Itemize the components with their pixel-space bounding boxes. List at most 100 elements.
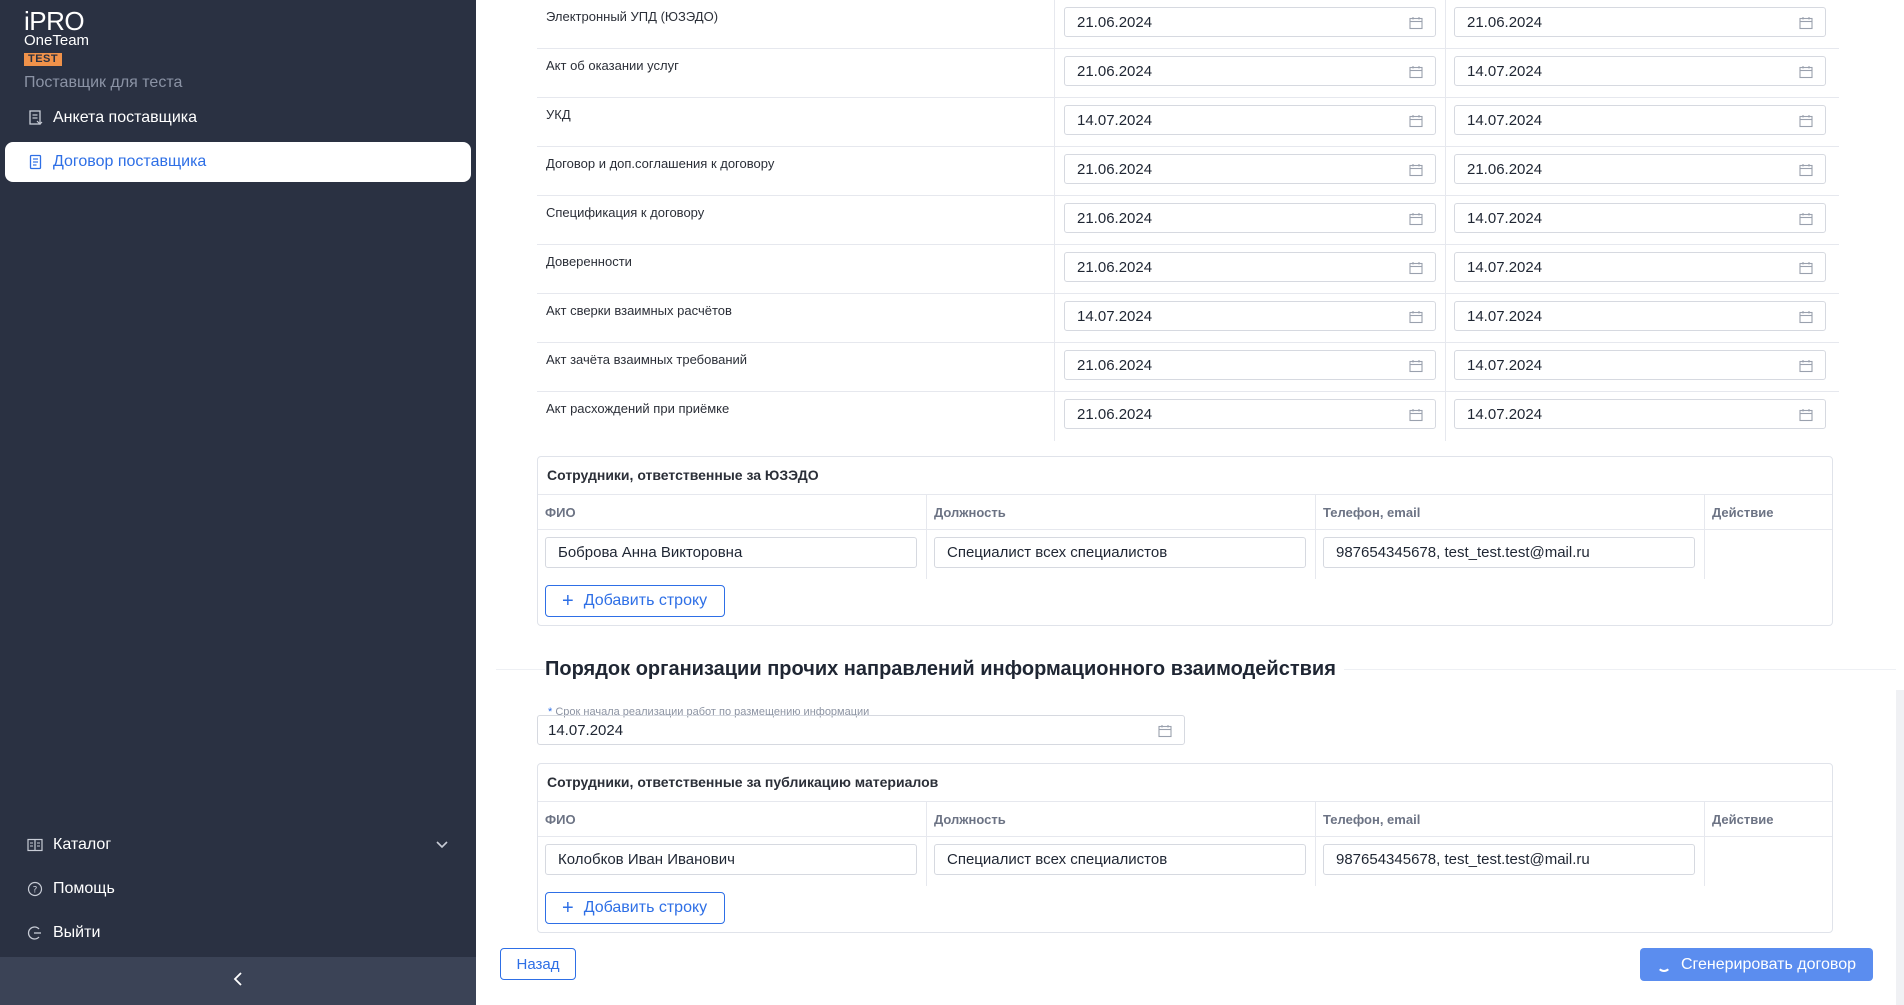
add-row-button[interactable]: + Добавить строку [545, 585, 725, 617]
position-input[interactable]: Специалист всех специалистов [934, 844, 1306, 875]
document-name: Договор и доп.соглашения к договору [537, 147, 1055, 196]
main-content: Электронный УПД (ЮЗЭДО) 21.06.2024 21.06.2… [476, 0, 1904, 1005]
document-name: УКД [537, 98, 1055, 147]
table-row: Электронный УПД (ЮЗЭДО) 21.06.2024 21.06.2… [537, 0, 1839, 49]
calendar-icon[interactable] [1409, 16, 1423, 34]
table-row: Доверенности 21.06.2024 14.07.2024 [537, 245, 1839, 294]
section-heading: Порядок организации прочих направлений и… [545, 658, 1344, 681]
document-name: Спецификация к договору [537, 196, 1055, 245]
sidebar-item-logout[interactable]: Выйти [5, 913, 471, 953]
calendar-icon[interactable] [1409, 114, 1423, 132]
generate-contract-button[interactable]: Сгенерировать договор [1640, 948, 1873, 981]
contact-input[interactable]: 987654345678, test_test.test@mail.ru [1323, 537, 1695, 568]
column-header-action: Действие [1712, 812, 1774, 827]
start-date-input[interactable]: 14.07.2024 [537, 715, 1185, 745]
date-from-input[interactable]: 21.06.2024 [1064, 399, 1436, 429]
sidebar-item-supplier-contract[interactable]: Договор поставщика [5, 142, 471, 182]
date-to-input[interactable]: 14.07.2024 [1454, 105, 1826, 135]
date-from-input[interactable]: 21.06.2024 [1064, 56, 1436, 86]
column-header-fio: ФИО [545, 505, 576, 520]
date-from-input[interactable]: 14.07.2024 [1064, 105, 1436, 135]
calendar-icon[interactable] [1409, 65, 1423, 83]
help-icon: ? [27, 881, 43, 897]
date-to-input[interactable]: 14.07.2024 [1454, 301, 1826, 331]
document-name: Акт сверки взаимных расчётов [537, 294, 1055, 343]
calendar-icon[interactable] [1409, 212, 1423, 230]
date-from-input[interactable]: 21.06.2024 [1064, 7, 1436, 37]
calendar-icon[interactable] [1799, 310, 1813, 328]
add-row-button[interactable]: + Добавить строку [545, 892, 725, 924]
calendar-icon[interactable] [1158, 724, 1172, 742]
edo-staff-title: Сотрудники, ответственные за ЮЗЭДО [547, 467, 819, 483]
date-from-input[interactable]: 21.06.2024 [1064, 203, 1436, 233]
column-header-position: Должность [934, 505, 1006, 520]
calendar-icon[interactable] [1799, 16, 1813, 34]
sidebar-item-help[interactable]: ? Помощь [5, 869, 471, 909]
table-row: Договор и доп.соглашения к договору 21.06… [537, 147, 1839, 196]
table-row: Акт расхождений при приёмке 21.06.2024 14.… [537, 392, 1839, 441]
table-row: Акт зачёта взаимных требований 21.06.2024… [537, 343, 1839, 392]
date-from-input[interactable]: 21.06.2024 [1064, 252, 1436, 282]
sidebar-item-label: Выйти [53, 924, 101, 941]
date-from-input[interactable]: 14.07.2024 [1064, 301, 1436, 331]
calendar-icon[interactable] [1799, 114, 1813, 132]
date-to-input[interactable]: 21.06.2024 [1454, 7, 1826, 37]
document-name: Акт зачёта взаимных требований [537, 343, 1055, 392]
sidebar-collapse-button[interactable] [0, 957, 476, 1005]
logout-icon [27, 925, 43, 941]
calendar-icon[interactable] [1799, 408, 1813, 426]
publication-staff-table: Сотрудники, ответственные за публикацию … [537, 763, 1833, 933]
calendar-icon[interactable] [1799, 163, 1813, 181]
documents-table: Электронный УПД (ЮЗЭДО) 21.06.2024 21.06.2… [537, 0, 1839, 441]
column-header-position: Должность [934, 812, 1006, 827]
date-to-input[interactable]: 21.06.2024 [1454, 154, 1826, 184]
date-from-input[interactable]: 21.06.2024 [1064, 350, 1436, 380]
date-to-input[interactable]: 14.07.2024 [1454, 399, 1826, 429]
chevron-left-icon [233, 971, 243, 992]
calendar-icon[interactable] [1799, 212, 1813, 230]
scrollbar[interactable] [1896, 690, 1904, 1005]
table-header: ФИО Должность Телефон, email Действие [538, 494, 1832, 579]
table-row: Боброва Анна Викторовна Специалист всех … [538, 530, 1832, 578]
add-row-label: Добавить строку [583, 592, 708, 609]
table-row: Колобков Иван Иванович Специалист всех с… [538, 837, 1832, 885]
calendar-icon[interactable] [1409, 408, 1423, 426]
sidebar-item-label: Договор поставщика [53, 153, 207, 170]
catalog-icon [27, 837, 43, 853]
generate-contract-label: Сгенерировать договор [1680, 955, 1856, 973]
sidebar-item-catalog[interactable]: Каталог [5, 825, 471, 865]
sidebar-item-supplier-form[interactable]: Анкета поставщика [5, 98, 471, 138]
logo-product: OneTeam [24, 32, 90, 49]
contact-input[interactable]: 987654345678, test_test.test@mail.ru [1323, 844, 1695, 875]
document-name: Акт об оказании услуг [537, 49, 1055, 98]
chevron-down-icon[interactable] [435, 837, 449, 855]
calendar-icon[interactable] [1799, 65, 1813, 83]
document-name: Доверенности [537, 245, 1055, 294]
env-badge: TEST [24, 53, 63, 66]
calendar-icon[interactable] [1409, 359, 1423, 377]
date-to-input[interactable]: 14.07.2024 [1454, 203, 1826, 233]
sidebar-item-label: Помощь [53, 880, 115, 897]
position-input[interactable]: Специалист всех специалистов [934, 537, 1306, 568]
calendar-icon[interactable] [1799, 359, 1813, 377]
table-row: УКД 14.07.2024 14.07.2024 [537, 98, 1839, 147]
back-button[interactable]: Назад [500, 948, 576, 980]
date-from-input[interactable]: 21.06.2024 [1064, 154, 1436, 184]
table-row: Спецификация к договору 21.06.2024 14.07.2… [537, 196, 1839, 245]
calendar-icon[interactable] [1409, 310, 1423, 328]
contract-icon [27, 154, 43, 170]
fio-input[interactable]: Боброва Анна Викторовна [545, 537, 917, 568]
document-name: Электронный УПД (ЮЗЭДО) [537, 0, 1055, 49]
app-logo[interactable]: iPRO OneTeam TEST [24, 8, 89, 67]
loading-spinner-icon [1656, 958, 1671, 972]
calendar-icon[interactable] [1409, 163, 1423, 181]
calendar-icon[interactable] [1409, 261, 1423, 279]
date-to-input[interactable]: 14.07.2024 [1454, 56, 1826, 86]
table-row: Акт сверки взаимных расчётов 14.07.2024 14… [537, 294, 1839, 343]
calendar-icon[interactable] [1799, 261, 1813, 279]
sidebar-item-label: Анкета поставщика [53, 109, 198, 126]
date-to-input[interactable]: 14.07.2024 [1454, 252, 1826, 282]
document-name: Акт расхождений при приёмке [537, 392, 1055, 441]
fio-input[interactable]: Колобков Иван Иванович [545, 844, 917, 875]
date-to-input[interactable]: 14.07.2024 [1454, 350, 1826, 380]
